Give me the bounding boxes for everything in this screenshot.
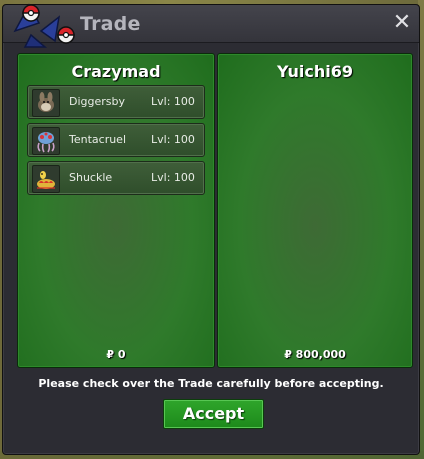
player-name-left: Crazymad	[71, 62, 161, 81]
accept-button[interactable]: Accept	[163, 399, 264, 429]
pokemon-level: Lvl: 100	[151, 95, 195, 108]
pokemon-slot-tentacruel[interactable]: Tentacruel Lvl: 100	[27, 123, 205, 157]
player-panel-right: Yuichi69 ₽ 800,000	[217, 53, 413, 368]
pokemon-name: Shuckle	[69, 171, 113, 184]
pokemon-level: Lvl: 100	[151, 133, 195, 146]
window-title: Trade	[80, 13, 141, 35]
title-bar[interactable]: Trade ✕	[3, 3, 419, 48]
player-name-right: Yuichi69	[277, 62, 353, 81]
pokemon-level: Lvl: 100	[151, 171, 195, 184]
trade-window: Trade ✕ Crazymad Diggersby Lvl: 100 Tent…	[2, 3, 420, 455]
pokemon-slot-diggersby[interactable]: Diggersby Lvl: 100	[27, 85, 205, 119]
pokemon-name: Diggersby	[69, 95, 126, 108]
pokemon-name: Tentacruel	[69, 133, 127, 146]
money-offer-left: ₽ 0	[106, 348, 126, 361]
pokemon-slot-shuckle[interactable]: Shuckle Lvl: 100	[27, 161, 205, 195]
shuckle-sprite-icon	[32, 165, 60, 193]
money-offer-right: ₽ 800,000	[284, 348, 346, 361]
tentacruel-sprite-icon	[32, 127, 60, 155]
pokeball-logo-icon	[13, 3, 75, 48]
player-panel-left: Crazymad Diggersby Lvl: 100 Tentacruel L…	[17, 53, 215, 368]
close-icon[interactable]: ✕	[391, 12, 413, 34]
diggersby-sprite-icon	[32, 89, 60, 117]
trade-notice: Please check over the Trade carefully be…	[38, 377, 384, 390]
